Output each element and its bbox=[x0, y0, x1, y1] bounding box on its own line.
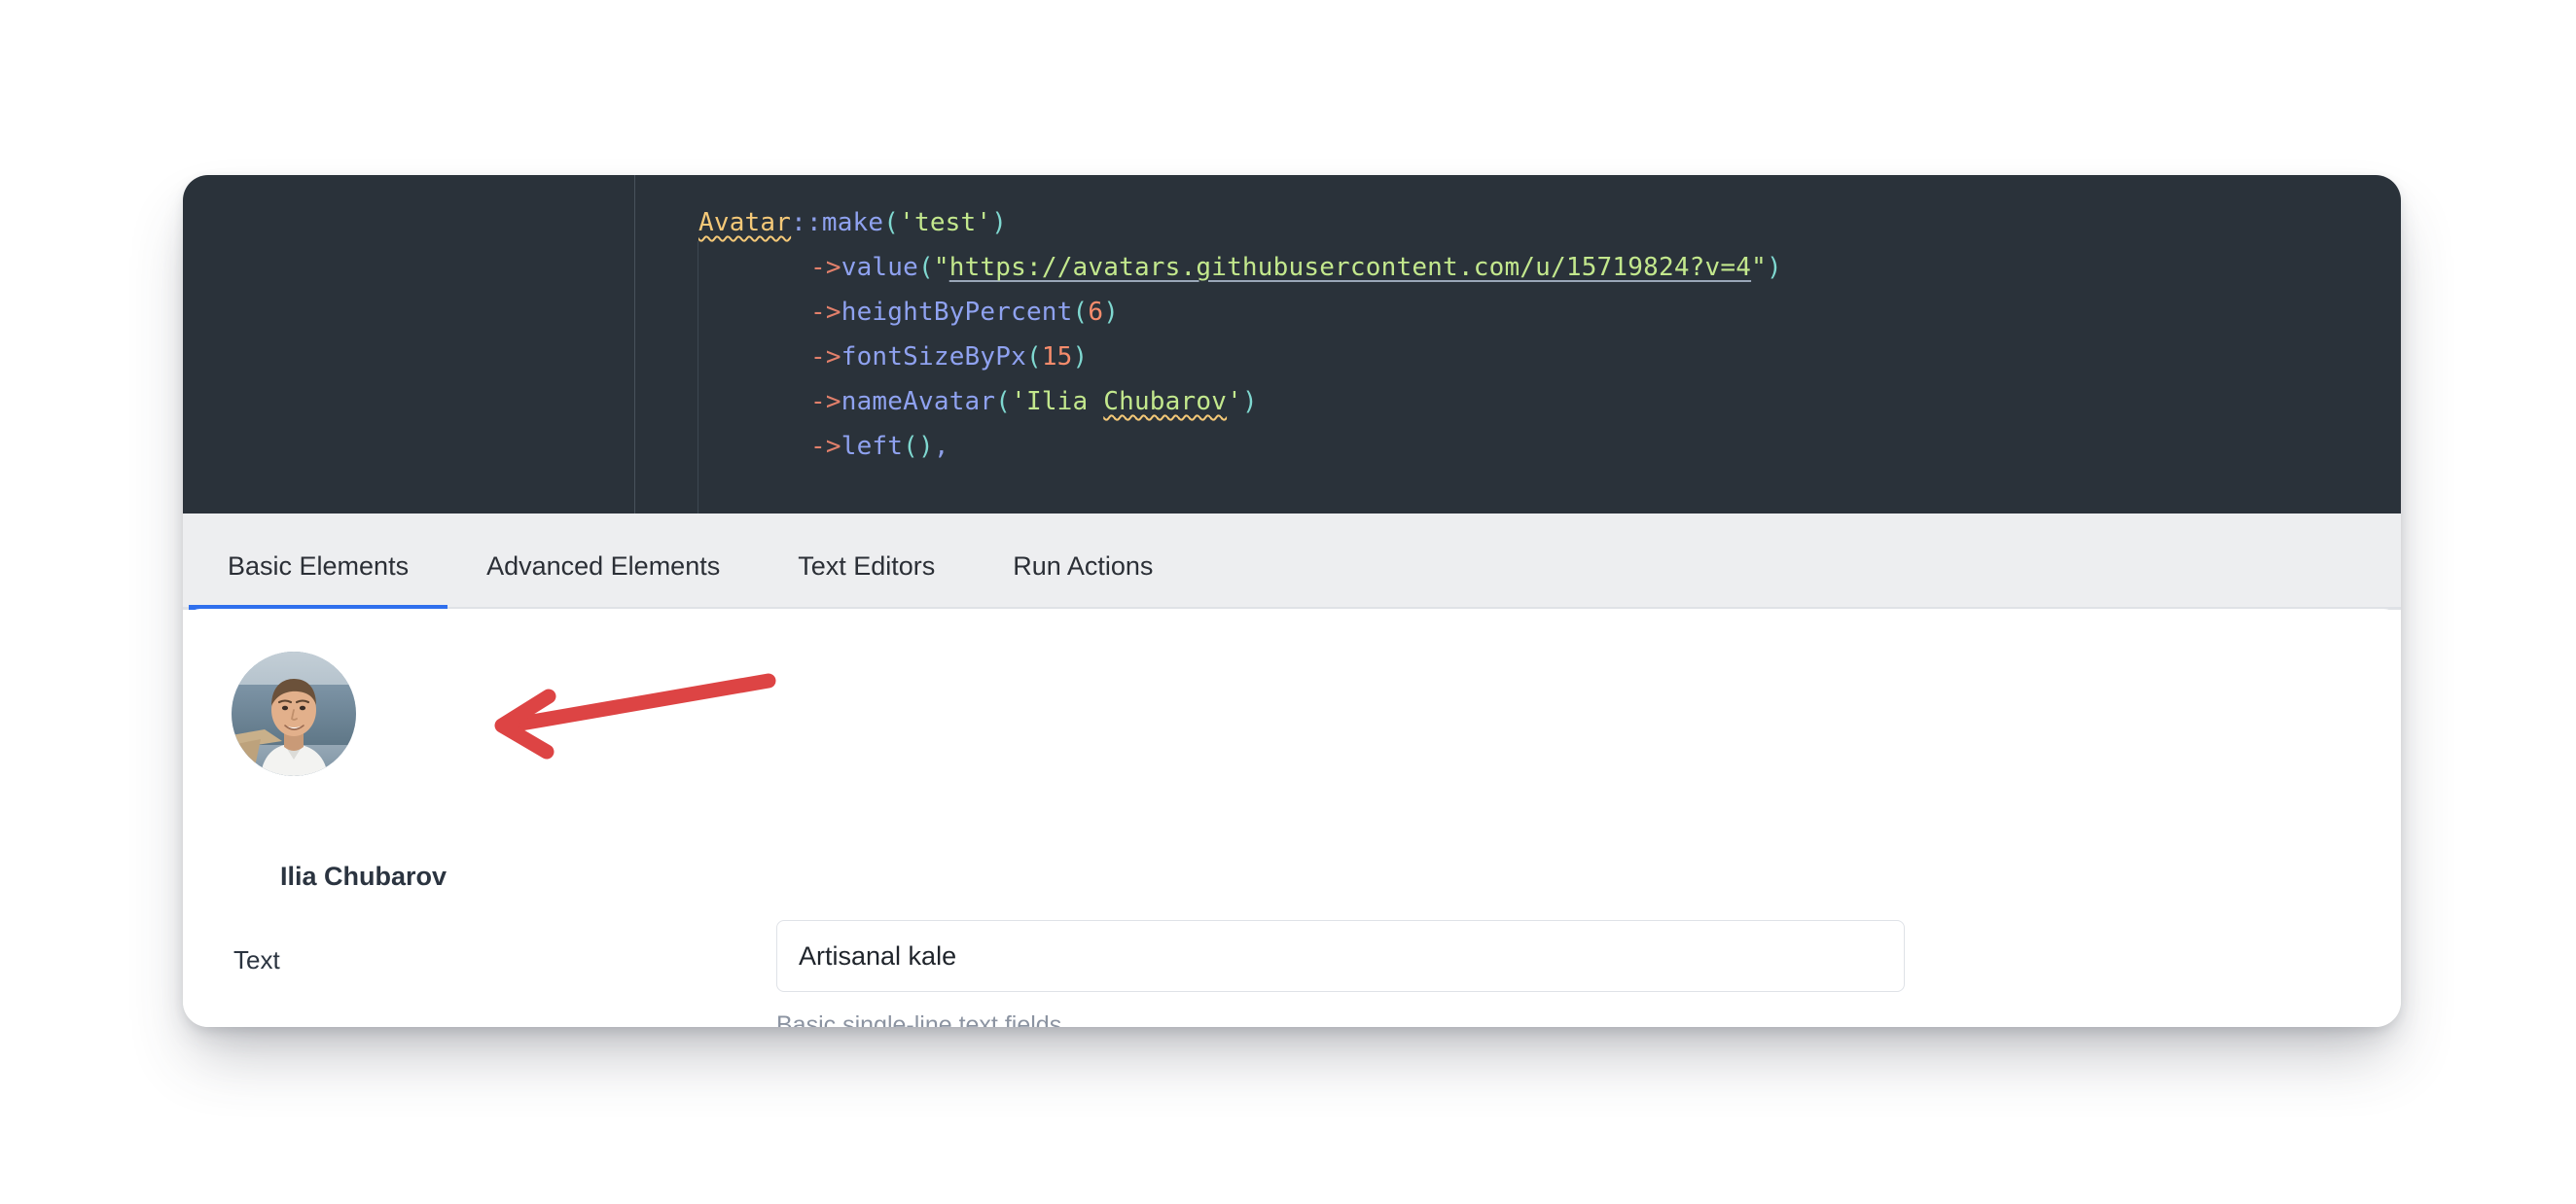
code-token-fn: value bbox=[841, 253, 918, 282]
code-line: ->heightByPercent(6) bbox=[698, 290, 1782, 335]
code-line: ->nameAvatar('Ilia Chubarov') bbox=[698, 379, 1782, 424]
code-token-paren: ( bbox=[1025, 342, 1042, 372]
code-token-paren: () bbox=[903, 432, 934, 461]
code-token-spell: Chubarov bbox=[1103, 387, 1228, 416]
code-token-paren: ( bbox=[1072, 298, 1089, 327]
code-token-str: 'test' bbox=[899, 208, 992, 237]
code-token-arrow: -> bbox=[810, 298, 841, 327]
red-arrow-annotation bbox=[494, 673, 776, 760]
demo-card: Avatar::make('test') ->value("https://ava… bbox=[183, 175, 2401, 1027]
code-listing: Avatar::make('test') ->value("https://ava… bbox=[698, 200, 1782, 469]
tab-label: Run Actions bbox=[1013, 551, 1154, 581]
code-token-paren: ( bbox=[918, 253, 934, 282]
code-token-num: 15 bbox=[1041, 342, 1073, 372]
code-token-num: 6 bbox=[1088, 298, 1104, 327]
tab-strip: Basic Elements Advanced Elements Text Edit… bbox=[183, 513, 2401, 610]
code-token-paren: ) bbox=[1766, 253, 1782, 282]
tab-label: Advanced Elements bbox=[486, 551, 721, 581]
code-token-fn: heightByPercent bbox=[841, 298, 1073, 327]
code-token-fn: fontSizeByPx bbox=[841, 342, 1026, 372]
code-token-op: :: bbox=[791, 208, 822, 237]
code-token-fn: left bbox=[841, 432, 904, 461]
code-token-class: Avatar bbox=[698, 208, 792, 237]
code-token-arrow: -> bbox=[810, 387, 841, 416]
tab-content-panel: Ilia Chubarov Text Basic single-line tex… bbox=[183, 609, 2401, 1027]
tab-basic-elements[interactable]: Basic Elements bbox=[189, 551, 448, 610]
code-line: ->value("https://avatars.githubuserconte… bbox=[698, 245, 1782, 290]
code-token-str: " bbox=[1751, 253, 1767, 282]
tab-list: Basic Elements Advanced Elements Text Edit… bbox=[183, 513, 1192, 610]
code-token-paren: ) bbox=[991, 208, 1008, 237]
code-line: ->left(), bbox=[698, 424, 1782, 469]
code-token-fn: nameAvatar bbox=[841, 387, 996, 416]
avatar-block: Ilia Chubarov bbox=[232, 652, 776, 891]
avatar-photo bbox=[232, 652, 356, 776]
code-token-paren: ( bbox=[883, 208, 900, 237]
code-gutter-divider bbox=[634, 175, 635, 513]
tab-label: Basic Elements bbox=[228, 551, 410, 581]
code-preview-panel: Avatar::make('test') ->value("https://ava… bbox=[183, 175, 2401, 513]
text-input[interactable] bbox=[776, 920, 1905, 992]
avatar-name-label: Ilia Chubarov bbox=[280, 862, 447, 891]
code-line: Avatar::make('test') bbox=[698, 200, 1782, 245]
code-token-str: ' bbox=[1227, 387, 1242, 416]
code-token-paren: ) bbox=[1103, 298, 1120, 327]
code-token-arrow: -> bbox=[810, 253, 841, 282]
text-field-hint: Basic single-line text fields. bbox=[776, 1011, 1069, 1027]
code-line: ->fontSizeByPx(15) bbox=[698, 335, 1782, 379]
code-token-comma: , bbox=[933, 432, 949, 461]
tab-label: Text Editors bbox=[798, 551, 936, 581]
code-token-paren: ) bbox=[1072, 342, 1089, 372]
code-token-fn: make bbox=[821, 208, 884, 237]
code-token-str: " bbox=[933, 253, 949, 282]
tab-advanced-elements[interactable]: Advanced Elements bbox=[447, 551, 759, 607]
text-field-row: Text Basic single-line text fields. bbox=[183, 920, 2401, 1027]
code-token-str: 'Ilia bbox=[1011, 387, 1104, 416]
tab-text-editors[interactable]: Text Editors bbox=[759, 551, 974, 607]
code-token-arrow: -> bbox=[810, 432, 841, 461]
code-token-paren: ( bbox=[995, 387, 1012, 416]
code-token-arrow: -> bbox=[810, 342, 841, 372]
text-field-label: Text bbox=[233, 945, 280, 974]
code-token-paren: ) bbox=[1241, 387, 1258, 416]
avatar[interactable] bbox=[232, 652, 356, 776]
code-token-url[interactable]: https://avatars.githubusercontent.com/u/… bbox=[949, 253, 1751, 282]
tab-run-actions[interactable]: Run Actions bbox=[974, 551, 1192, 607]
